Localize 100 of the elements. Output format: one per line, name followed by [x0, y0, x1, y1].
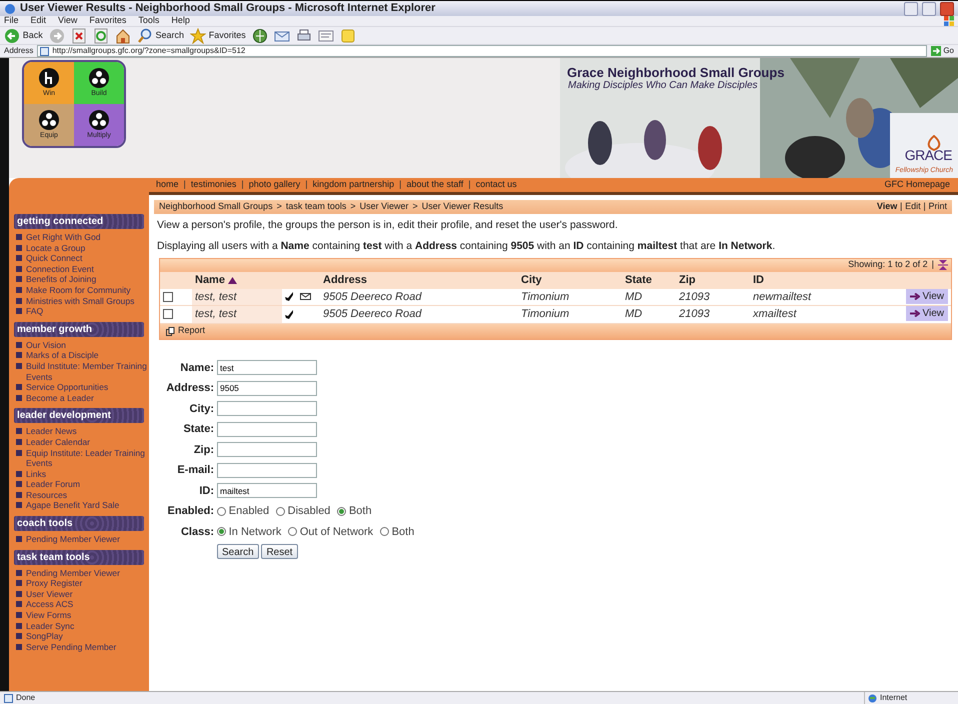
sidebar-link[interactable]: Become a Leader — [26, 392, 94, 404]
envelope-icon[interactable] — [300, 293, 310, 300]
row-checkbox[interactable] — [163, 292, 173, 302]
sidebar-link[interactable]: Pending Member Viewer — [26, 568, 120, 578]
sidebar-link[interactable]: User Viewer — [26, 588, 73, 600]
view-button[interactable]: View — [906, 306, 948, 321]
sidebar-link[interactable]: Service Opportunities — [26, 382, 108, 393]
input-field[interactable]: mailtest — [217, 483, 317, 498]
go-button[interactable]: Go — [930, 45, 954, 57]
homepage-link[interactable]: GFC Homepage — [884, 178, 950, 192]
table-cell: MD — [622, 306, 676, 323]
restore-button[interactable] — [922, 2, 936, 16]
input-field[interactable] — [217, 462, 317, 478]
menu-item[interactable]: View — [58, 14, 78, 28]
nav-link[interactable]: photo gallery — [248, 178, 300, 192]
input-field[interactable] — [217, 401, 317, 416]
form-button[interactable]: Reset — [261, 544, 298, 559]
print-button[interactable] — [296, 28, 312, 44]
edit-button[interactable] — [318, 28, 334, 44]
favorites-button[interactable]: Favorites — [190, 28, 246, 44]
view-mode-link[interactable]: Edit — [905, 200, 921, 214]
radio-button[interactable] — [276, 506, 285, 516]
bullet-icon — [16, 633, 22, 640]
sidebar-link[interactable]: Build Institute: Member Training Events — [26, 360, 147, 382]
refresh-button[interactable] — [92, 28, 109, 44]
radio-button[interactable] — [217, 506, 226, 516]
sidebar-link[interactable]: Pending Member Viewer — [26, 534, 120, 545]
report-link[interactable]: Report — [160, 324, 951, 338]
sidebar-link[interactable]: Equip Institute: Leader Training Events — [26, 448, 147, 469]
input-field[interactable] — [217, 442, 317, 458]
sidebar-link[interactable]: Serve Pending Member — [26, 642, 116, 652]
radio-option[interactable]: Enabled — [217, 503, 270, 520]
radio-option[interactable]: Both — [380, 524, 414, 540]
menu-item[interactable]: Edit — [30, 14, 46, 28]
sidebar-link[interactable]: Leader Sync — [26, 620, 74, 632]
menu-item[interactable]: Help — [171, 14, 190, 28]
sidebar-link[interactable]: Make Room for Community — [26, 284, 131, 296]
search-button[interactable]: Search — [136, 28, 184, 44]
sidebar-link[interactable]: Quick Connect — [26, 253, 82, 264]
sidebar-link[interactable]: Access ACS — [26, 599, 74, 610]
breadcrumb-link[interactable]: task team tools — [286, 200, 346, 214]
menu-item[interactable]: File — [4, 14, 19, 28]
sidebar-link[interactable]: SongPlay — [26, 631, 63, 642]
sidebar-link[interactable]: Benefits of Joining — [26, 274, 96, 285]
bullet-icon — [16, 502, 22, 508]
sidebar-link[interactable]: Ministries with Small Groups — [26, 296, 134, 306]
menu-item[interactable]: Tools — [138, 14, 160, 28]
radio-option[interactable]: In Network — [217, 524, 282, 540]
sidebar-link[interactable]: Agape Benefit Yard Sale — [26, 500, 120, 512]
menu-item[interactable]: Favorites — [89, 14, 126, 28]
zone-text: Internet — [880, 692, 908, 704]
sidebar-link[interactable]: Connection Event — [26, 264, 94, 274]
breadcrumb-link[interactable]: User Viewer Results — [422, 200, 504, 214]
view-mode-link[interactable]: View — [876, 200, 898, 214]
sidebar-link[interactable]: View Forms — [26, 610, 72, 621]
column-header[interactable]: ID — [753, 272, 764, 288]
radio-button[interactable] — [217, 527, 226, 536]
input-field[interactable]: test — [217, 360, 317, 376]
bullet-icon — [16, 580, 22, 586]
minimize-button[interactable] — [904, 2, 918, 16]
home-button[interactable] — [114, 28, 131, 44]
nav-link[interactable]: home — [156, 178, 179, 192]
sidebar-link[interactable]: Get Right With God — [26, 232, 101, 243]
sidebar-link[interactable]: Our Vision — [26, 340, 66, 350]
radio-button[interactable] — [380, 527, 389, 536]
input-field[interactable]: 9505 — [217, 380, 317, 396]
sidebar-link[interactable]: Marks of a Disciple — [26, 350, 99, 361]
radio-button[interactable] — [288, 527, 298, 536]
nav-link[interactable]: contact us — [476, 178, 517, 192]
nav-link[interactable]: testimonies — [190, 178, 236, 192]
nav-link[interactable]: about the staff — [406, 178, 464, 192]
separator: | — [468, 178, 471, 192]
sidebar-link[interactable]: Leader News — [26, 426, 77, 437]
sidebar-link[interactable]: Leader Forum — [26, 479, 80, 490]
back-button[interactable]: Back — [4, 28, 43, 44]
form-button[interactable]: Search — [217, 544, 259, 559]
radio-option[interactable]: Both — [337, 503, 372, 520]
radio-option[interactable]: Out of Network — [288, 524, 374, 540]
radio-button[interactable] — [337, 506, 346, 516]
row-checkbox[interactable] — [163, 309, 173, 320]
nav-link[interactable]: kingdom partnership — [312, 178, 394, 192]
sidebar-link[interactable]: Leader Calendar — [26, 436, 90, 448]
view-button[interactable]: View — [906, 288, 948, 304]
media-button[interactable] — [252, 28, 268, 44]
radio-option[interactable]: Disabled — [276, 503, 330, 520]
breadcrumb-link[interactable]: User Viewer — [360, 200, 408, 214]
sidebar-link[interactable]: FAQ — [26, 306, 44, 317]
sidebar-link[interactable]: Links — [26, 468, 46, 480]
sidebar-link[interactable]: Locate a Group — [26, 242, 86, 254]
input-field[interactable] — [217, 422, 317, 437]
sidebar-link[interactable]: Resources — [26, 490, 68, 500]
stop-button[interactable] — [70, 28, 87, 44]
sidebar-heading: leader development — [14, 408, 144, 424]
sidebar-link[interactable]: Proxy Register — [26, 578, 82, 589]
breadcrumb-link[interactable]: Neighborhood Small Groups — [159, 200, 273, 214]
collapse-icon[interactable] — [938, 260, 948, 270]
address-label: Address — [4, 45, 34, 57]
address-field[interactable]: http://smallgroups.gfc.org/?zone=smallgroups&ID=512 — [37, 45, 927, 57]
view-mode-link[interactable]: Print — [928, 200, 947, 214]
close-button[interactable] — [940, 2, 954, 16]
